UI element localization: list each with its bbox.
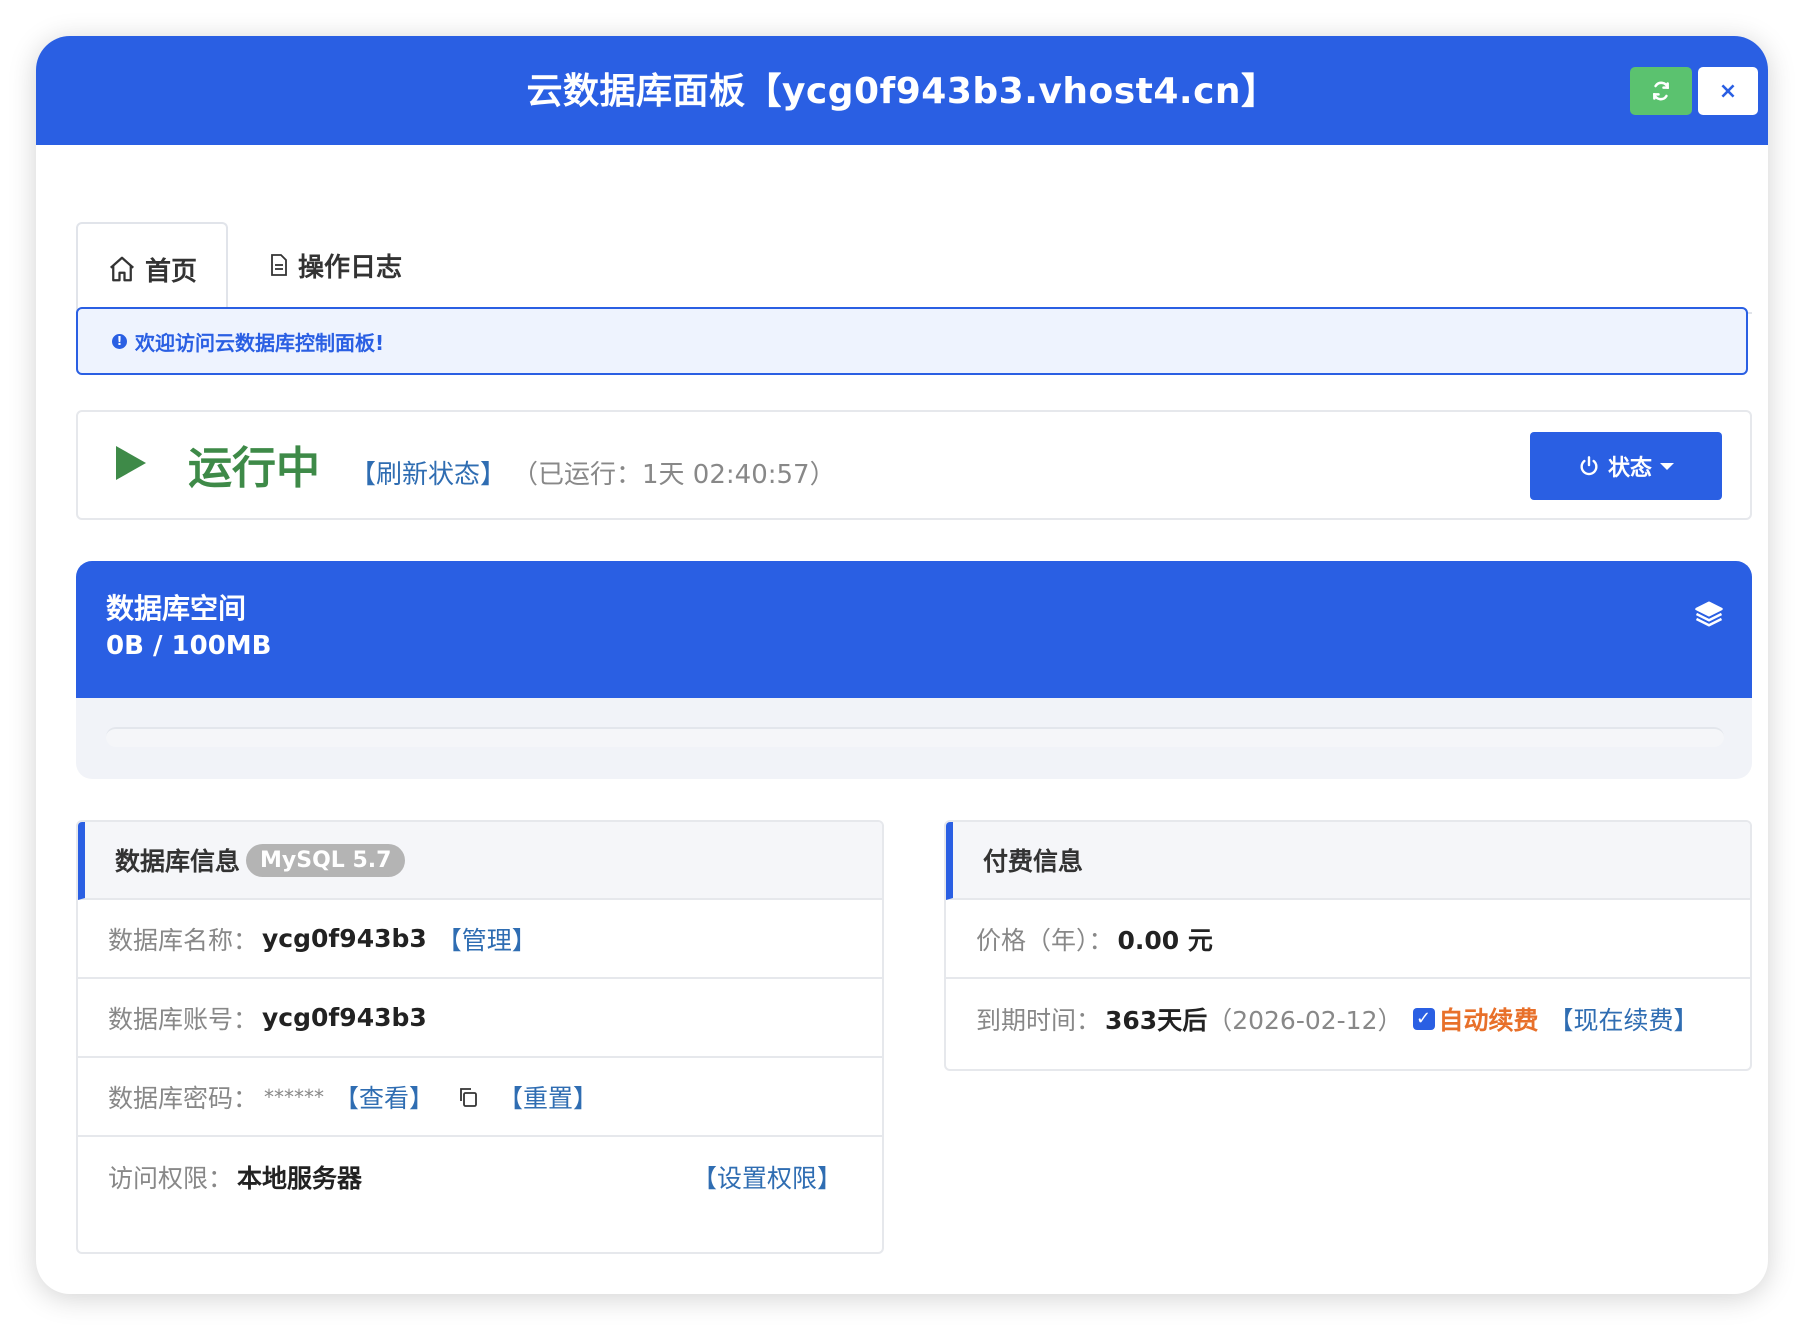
expire-row: 到期时间： 363天后 （2026-02-12） ✓ 自动续费 【现在续费】 (946, 979, 1750, 1058)
db-name-label: 数据库名称： (108, 925, 259, 955)
db-space-progress (106, 727, 1724, 747)
welcome-alert: ! 欢迎访问云数据库控制面板! (76, 307, 1748, 375)
reset-password-link[interactable]: 【重置】 (498, 1079, 598, 1115)
db-access-row: 访问权限： 本地服务器 【设置权限】 (78, 1137, 882, 1216)
modal-title: 云数据库面板【ycg0f943b3.vhost4.cn】 (526, 71, 1278, 112)
refresh-icon (1653, 81, 1669, 101)
expire-date: （2026-02-12） (1207, 1005, 1403, 1035)
chevron-down-icon (1660, 462, 1674, 470)
close-button[interactable]: × (1698, 67, 1758, 115)
status-panel: 运行中 【刷新状态】 （已运行：1天 02:40:57） 状态 (76, 410, 1752, 520)
manage-link[interactable]: 【管理】 (437, 921, 537, 957)
price-row: 价格（年）： 0.00 元 (946, 900, 1750, 979)
db-password-row: 数据库密码： ****** 【查看】 【重置】 (78, 1058, 882, 1137)
home-icon (109, 256, 134, 282)
view-password-link[interactable]: 【查看】 (334, 1079, 434, 1115)
status-dropdown-button[interactable]: 状态 (1530, 432, 1722, 500)
price-value: 0.00 元 (1117, 925, 1213, 955)
db-info-header: 数据库信息 MySQL 5.7 (78, 822, 882, 900)
db-account-row: 数据库账号： ycg0f943b3 (78, 979, 882, 1058)
db-space-value: 0B / 100MB (106, 631, 272, 661)
expire-label: 到期时间： (976, 1005, 1102, 1035)
set-access-link[interactable]: 【设置权限】 (692, 1159, 842, 1195)
expire-value: 363天后 (1105, 1005, 1208, 1035)
db-name-value: ycg0f943b3 (262, 924, 427, 953)
payment-title: 付费信息 (983, 847, 1084, 876)
alert-text: 欢迎访问云数据库控制面板! (135, 330, 385, 355)
tab-log-label: 操作日志 (298, 252, 403, 283)
db-password-label: 数据库密码： (108, 1083, 259, 1113)
status-button-label: 状态 (1607, 456, 1652, 481)
copy-icon[interactable] (456, 1085, 480, 1109)
auto-renew-checkbox[interactable]: ✓ (1412, 1007, 1435, 1030)
db-password-value: ****** (264, 1084, 325, 1109)
running-status: 运行中 (188, 443, 320, 494)
db-space-card: 数据库空间 0B / 100MB (76, 561, 1752, 779)
close-icon: × (1718, 78, 1738, 104)
payment-header: 付费信息 (946, 822, 1750, 900)
layers-icon (1695, 601, 1723, 627)
db-panel-modal: 云数据库面板【ycg0f943b3.vhost4.cn】 × 首页 操作日志 !… (36, 36, 1768, 1294)
refresh-button[interactable] (1630, 67, 1692, 115)
modal-header: 云数据库面板【ycg0f943b3.vhost4.cn】 × (36, 36, 1768, 145)
info-icon: ! (112, 333, 127, 349)
db-info-title: 数据库信息 (115, 847, 241, 876)
payment-panel: 付费信息 价格（年）： 0.00 元 到期时间： 363天后 （2026-02-… (944, 820, 1752, 1071)
mysql-version-badge: MySQL 5.7 (246, 843, 406, 877)
refresh-status-link[interactable]: 【刷新状态】 (350, 454, 506, 491)
db-info-panel: 数据库信息 MySQL 5.7 数据库名称： ycg0f943b3 【管理】 数… (76, 820, 884, 1254)
price-label: 价格（年）： (976, 925, 1114, 955)
db-access-value: 本地服务器 (237, 1163, 363, 1193)
tab-bar: 首页 操作日志 (76, 186, 1752, 314)
tab-home-label: 首页 (144, 256, 197, 287)
db-access-label: 访问权限： (108, 1163, 234, 1193)
power-icon (1580, 456, 1598, 476)
db-account-label: 数据库账号： (108, 1004, 259, 1034)
uptime-text: （已运行：1天 02:40:57） (512, 460, 836, 490)
auto-renew-label: 自动续费 (1438, 1005, 1539, 1035)
renew-now-link[interactable]: 【现在续费】 (1549, 1001, 1699, 1037)
db-name-row: 数据库名称： ycg0f943b3 【管理】 (78, 900, 882, 979)
play-icon (116, 446, 146, 480)
tab-operation-log[interactable]: 操作日志 (268, 222, 402, 312)
db-space-header: 数据库空间 0B / 100MB (76, 561, 1752, 698)
db-account-value: ycg0f943b3 (262, 1003, 427, 1032)
db-space-title: 数据库空间 (106, 592, 247, 625)
tab-home[interactable]: 首页 (76, 222, 228, 312)
file-icon (271, 254, 287, 276)
